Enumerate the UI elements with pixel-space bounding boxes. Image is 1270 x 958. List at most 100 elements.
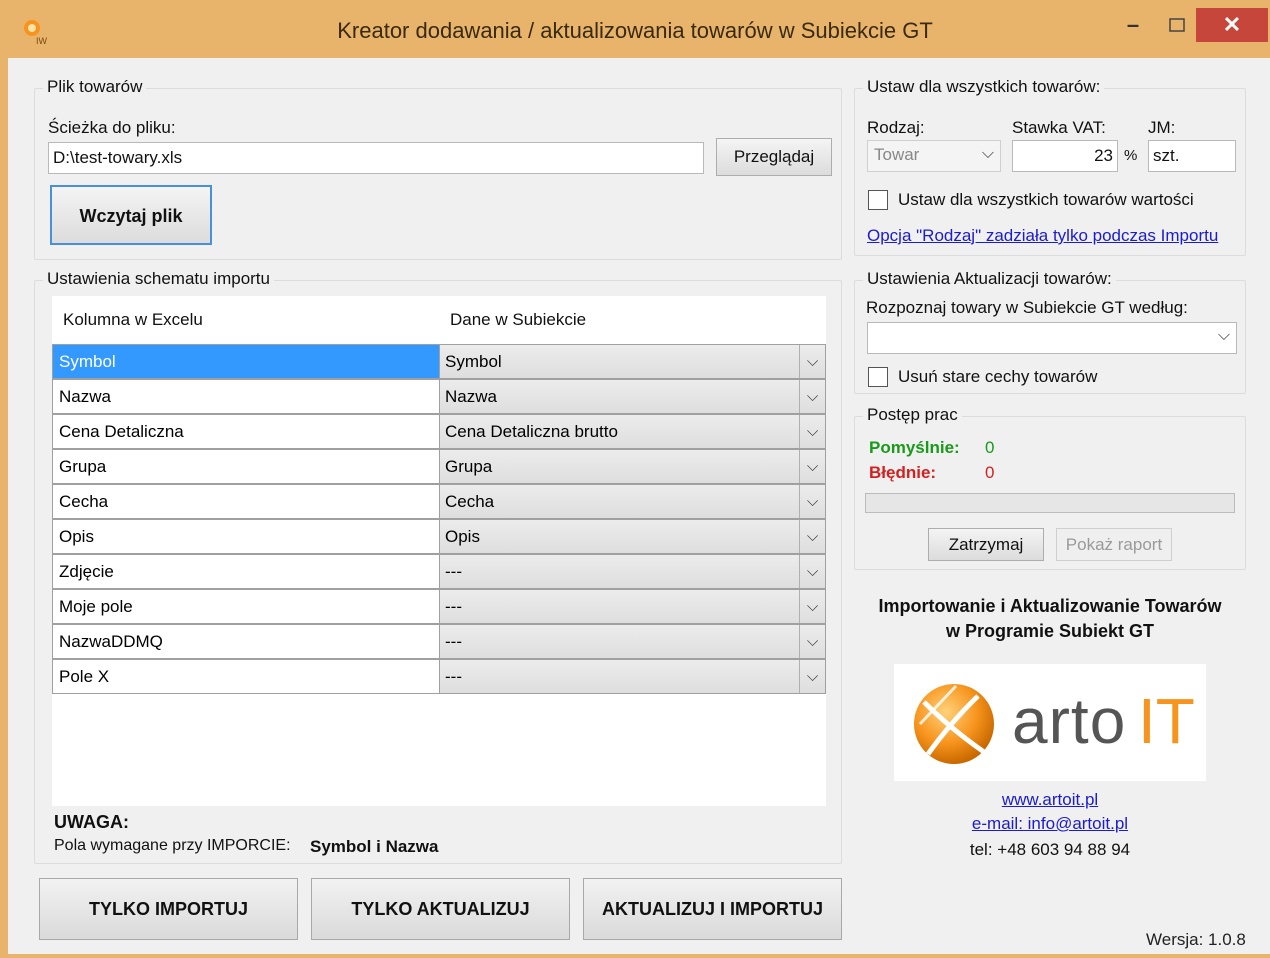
warning-title: UWAGA:: [54, 812, 129, 832]
stop-button[interactable]: Zatrzymaj: [928, 528, 1044, 561]
schema-group-legend: Ustawienia schematu importu: [43, 269, 274, 289]
update-import-button[interactable]: AKTUALIZUJ I IMPORTUJ: [583, 878, 842, 940]
table-row[interactable]: Cena Detaliczna Cena Detaliczna brutto ⌵: [52, 414, 826, 449]
title-bar: IW Kreator dodawania / aktualizowania to…: [0, 0, 1270, 58]
chevron-down-icon: ⌵: [981, 145, 994, 162]
import-only-button[interactable]: TYLKO IMPORTUJ: [39, 878, 298, 940]
table-row[interactable]: Moje pole --- ⌵: [52, 589, 826, 624]
path-input[interactable]: D:\test-towary.xls: [48, 142, 704, 174]
maximize-button[interactable]: [1162, 8, 1192, 42]
browse-button[interactable]: Przeglądaj: [716, 138, 832, 176]
chevron-down-icon[interactable]: ⌵: [799, 415, 825, 448]
ok-count: 0: [985, 438, 995, 457]
window-title: Kreator dodawania / aktualizowania towar…: [337, 18, 933, 43]
set-all-label: Ustaw dla wszystkich towarów wartości: [898, 190, 1194, 209]
chevron-down-icon[interactable]: ⌵: [799, 485, 825, 518]
subiekt-field-value: Grupa: [445, 457, 493, 476]
subiekt-field-value: ---: [445, 667, 462, 686]
identify-label: Rozpoznaj towary w Subiekcie GT według:: [866, 298, 1188, 317]
chevron-down-icon[interactable]: ⌵: [799, 450, 825, 483]
remove-features-checkbox[interactable]: [868, 367, 888, 387]
unit-input[interactable]: szt.: [1148, 140, 1236, 172]
excel-column-cell[interactable]: Cecha: [52, 484, 439, 519]
type-note-link[interactable]: Opcja "Rodzaj" zadziała tylko podczas Im…: [867, 226, 1218, 246]
table-row[interactable]: Opis Opis ⌵: [52, 519, 826, 554]
progress-bar: [865, 493, 1235, 513]
ok-label: Pomyślnie:: [869, 438, 960, 457]
table-row[interactable]: Cecha Cecha ⌵: [52, 484, 826, 519]
subiekt-field-dropdown[interactable]: Grupa ⌵: [439, 449, 826, 484]
excel-column-cell[interactable]: Zdjęcie: [52, 554, 439, 589]
close-icon: ✕: [1222, 12, 1242, 37]
subiekt-field-value: ---: [445, 632, 462, 651]
all-products-legend: Ustaw dla wszystkich towarów:: [863, 77, 1105, 97]
subiekt-field-dropdown[interactable]: --- ⌵: [439, 589, 826, 624]
excel-column-cell[interactable]: Symbol: [52, 344, 439, 379]
excel-column-cell[interactable]: Moje pole: [52, 589, 439, 624]
subiekt-field-dropdown[interactable]: Opis ⌵: [439, 519, 826, 554]
chevron-down-icon[interactable]: ⌵: [799, 520, 825, 553]
subiekt-field-dropdown[interactable]: --- ⌵: [439, 624, 826, 659]
maximize-icon: [1169, 18, 1185, 32]
subiekt-field-value: Opis: [445, 527, 480, 546]
version-text: Wersja: 1.0.8: [1146, 930, 1246, 949]
warning-fields: Symbol i Nazwa: [310, 837, 439, 856]
excel-column-cell[interactable]: Nazwa: [52, 379, 439, 414]
table-row[interactable]: Symbol Symbol ⌵: [52, 344, 826, 379]
update-only-button[interactable]: TYLKO AKTUALIZUJ: [311, 878, 570, 940]
progress-group-legend: Postęp prac: [863, 405, 962, 425]
app-window: IW Kreator dodawania / aktualizowania to…: [0, 0, 1270, 958]
table-row[interactable]: Zdjęcie --- ⌵: [52, 554, 826, 589]
subiekt-field-dropdown[interactable]: Symbol ⌵: [439, 344, 826, 379]
load-file-button[interactable]: Wczytaj plik: [50, 185, 212, 245]
vat-unit: %: [1124, 147, 1138, 164]
chevron-down-icon[interactable]: ⌵: [799, 555, 825, 588]
subiekt-field-dropdown[interactable]: Cena Detaliczna brutto ⌵: [439, 414, 826, 449]
close-button[interactable]: ✕: [1196, 8, 1268, 42]
err-count: 0: [985, 463, 995, 482]
chevron-down-icon[interactable]: ⌵: [799, 625, 825, 658]
chevron-down-icon: ⌵: [1217, 327, 1230, 344]
excel-column-cell[interactable]: Cena Detaliczna: [52, 414, 439, 449]
table-row[interactable]: NazwaDDMQ --- ⌵: [52, 624, 826, 659]
vat-input[interactable]: 23: [1012, 140, 1118, 172]
table-row[interactable]: Pole X --- ⌵: [52, 659, 826, 694]
excel-column-cell[interactable]: NazwaDDMQ: [52, 624, 439, 659]
tagline-line-1: Importowanie i Aktualizowanie Towarów: [878, 596, 1222, 616]
subiekt-field-value: Cena Detaliczna brutto: [445, 422, 618, 441]
subiekt-field-dropdown[interactable]: --- ⌵: [439, 554, 826, 589]
header-subiekt-column[interactable]: Dane w Subiekcie: [439, 296, 826, 344]
identify-select[interactable]: ⌵: [867, 322, 1237, 354]
remove-features-label: Usuń stare cechy towarów: [898, 367, 1098, 386]
email-link[interactable]: e-mail: info@artoit.pl: [854, 814, 1246, 834]
minimize-button[interactable]: –: [1118, 8, 1148, 42]
subiekt-field-value: Cecha: [445, 492, 495, 511]
subiekt-field-dropdown[interactable]: Nazwa ⌵: [439, 379, 826, 414]
tagline-line-2: w Programie Subiekt GT: [945, 621, 1155, 641]
website-link[interactable]: www.artoit.pl: [854, 790, 1246, 810]
client-area: Plik towarów Ścieżka do pliku: D:\test-t…: [8, 58, 1270, 954]
logo-text-it: IT: [1138, 685, 1195, 757]
subiekt-field-value: Symbol: [445, 352, 502, 371]
excel-column-cell[interactable]: Grupa: [52, 449, 439, 484]
chevron-down-icon[interactable]: ⌵: [799, 380, 825, 413]
file-group-legend: Plik towarów: [43, 77, 147, 97]
header-excel-column[interactable]: Kolumna w Excelu: [52, 296, 439, 344]
err-label: Błędnie:: [869, 463, 937, 482]
vat-value: 23: [1094, 146, 1113, 165]
show-report-button[interactable]: Pokaż raport: [1056, 528, 1172, 561]
excel-column-cell[interactable]: Opis: [52, 519, 439, 554]
chevron-down-icon[interactable]: ⌵: [799, 590, 825, 623]
table-row[interactable]: Grupa Grupa ⌵: [52, 449, 826, 484]
subiekt-field-dropdown[interactable]: --- ⌵: [439, 659, 826, 694]
chevron-down-icon[interactable]: ⌵: [799, 660, 825, 693]
path-label: Ścieżka do pliku:: [48, 118, 176, 137]
table-row[interactable]: Nazwa Nazwa ⌵: [52, 379, 826, 414]
excel-column-cell[interactable]: Pole X: [52, 659, 439, 694]
type-select-value: Towar: [874, 145, 920, 164]
subiekt-field-dropdown[interactable]: Cecha ⌵: [439, 484, 826, 519]
chevron-down-icon[interactable]: ⌵: [799, 345, 825, 378]
type-select[interactable]: Towar ⌵: [867, 140, 1001, 172]
logo-text-arto: arto: [1012, 685, 1127, 757]
set-all-checkbox[interactable]: [868, 190, 888, 210]
